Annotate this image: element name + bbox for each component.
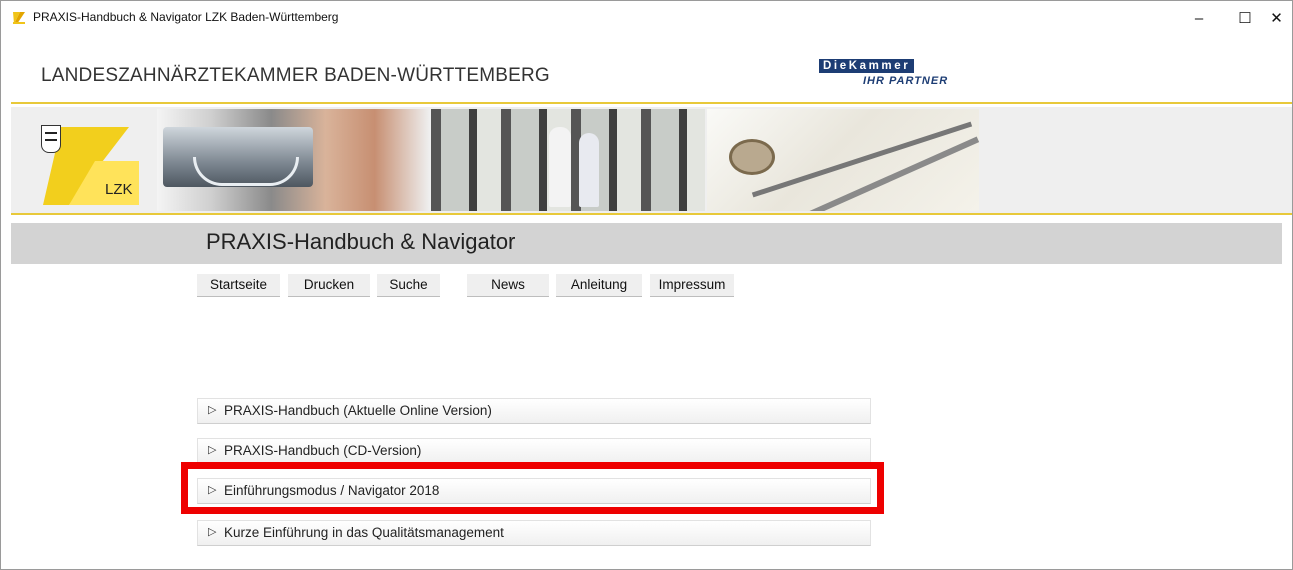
header-divider-bottom — [11, 213, 1292, 215]
header-divider-top — [11, 102, 1292, 104]
xray-image — [163, 127, 313, 187]
section-qualitaetsmanagement[interactable]: ▷ Kurze Einführung in das Qualitätsmanag… — [197, 520, 871, 546]
highlight-annotation — [181, 462, 884, 514]
page-title-bar: PRAXIS-Handbuch & Navigator — [11, 223, 1282, 264]
window-title: PRAXIS-Handbuch & Navigator LZK Baden-Wü… — [33, 10, 339, 24]
section-label: PRAXIS-Handbuch (Aktuelle Online Version… — [224, 403, 492, 418]
page-title: PRAXIS-Handbuch & Navigator — [206, 229, 516, 254]
section-label: Kurze Einführung in das Qualitätsmanagem… — [224, 525, 504, 540]
banner-photo-hallway — [431, 109, 705, 211]
lzk-logo[interactable]: LZK — [35, 121, 145, 209]
section-praxis-handbuch-online[interactable]: ▷ PRAXIS-Handbuch (Aktuelle Online Versi… — [197, 398, 871, 424]
nav-anleitung[interactable]: Anleitung — [556, 274, 642, 297]
close-button[interactable]: ✕ — [1261, 1, 1292, 35]
header-banner: LZK — [11, 107, 1292, 213]
lzk-app-icon — [13, 12, 25, 24]
section-label: PRAXIS-Handbuch (CD-Version) — [224, 443, 422, 458]
die-kammer-tagline: IHR PARTNER — [863, 75, 949, 87]
doctor-figure — [579, 133, 599, 207]
banner-photo-dental-tools — [707, 109, 979, 211]
nav-startseite[interactable]: Startseite — [197, 274, 280, 297]
app-window: PRAXIS-Handbuch & Navigator LZK Baden-Wü… — [0, 0, 1293, 570]
banner-photo-xray — [157, 109, 429, 211]
expand-arrow-icon: ▷ — [208, 444, 217, 456]
section-praxis-handbuch-cd[interactable]: ▷ PRAXIS-Handbuch (CD-Version) — [197, 438, 871, 464]
die-kammer-wordmark: DieKammer — [819, 59, 915, 73]
dental-mirror — [729, 139, 775, 175]
expand-arrow-icon: ▷ — [208, 404, 217, 416]
doctor-figure — [549, 127, 571, 207]
nav-suche[interactable]: Suche — [377, 274, 440, 297]
title-bar: PRAXIS-Handbuch & Navigator LZK Baden-Wü… — [1, 1, 1292, 35]
nav-impressum[interactable]: Impressum — [650, 274, 734, 297]
expand-arrow-icon: ▷ — [208, 526, 217, 538]
die-kammer-logo[interactable]: DieKammer IHR PARTNER — [819, 59, 989, 95]
nav-drucken[interactable]: Drucken — [288, 274, 370, 297]
minimize-button[interactable]: – — [1176, 1, 1222, 35]
organization-name: LANDESZAHNÄRZTEKAMMER BADEN-WÜRTTEMBERG — [41, 65, 550, 86]
lzk-logo-text: LZK — [105, 181, 133, 198]
nav-news[interactable]: News — [467, 274, 549, 297]
coat-of-arms-icon — [41, 125, 61, 153]
